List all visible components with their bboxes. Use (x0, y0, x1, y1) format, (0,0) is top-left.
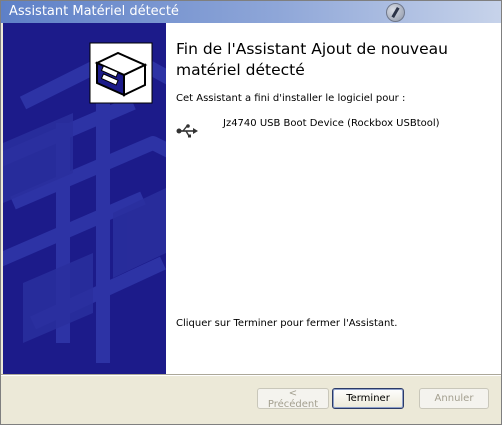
finish-button[interactable]: Terminer (332, 388, 404, 409)
wizard-content: Fin de l'Assistant Ajout de nouveau maté… (166, 23, 501, 374)
wizard-sidebar (3, 23, 166, 374)
page-title: Fin de l'Assistant Ajout de nouveau maté… (176, 40, 448, 79)
device-name: Jz4740 USB Boot Device (Rockbox USBtool) (223, 118, 440, 129)
finish-instruction: Cliquer sur Terminer pour fermer l'Assis… (176, 318, 398, 329)
cancel-button[interactable]: Annuler (419, 388, 489, 409)
sidebar-graphic (3, 42, 166, 363)
intro-text: Cet Assistant a fini d'installer le logi… (176, 93, 406, 104)
footer-divider-highlight (1, 375, 501, 376)
title-bar-button[interactable] (386, 3, 405, 22)
title-bar[interactable]: Assistant Matériel détecté (1, 1, 501, 23)
wizard-window: Assistant Matériel détecté Fin de l'Assi… (0, 0, 502, 425)
back-button[interactable]: < Précédent (257, 388, 329, 410)
usb-icon (176, 124, 198, 138)
window-title: Assistant Matériel détecté (9, 4, 179, 19)
hardware-wizard-icon (89, 42, 153, 104)
